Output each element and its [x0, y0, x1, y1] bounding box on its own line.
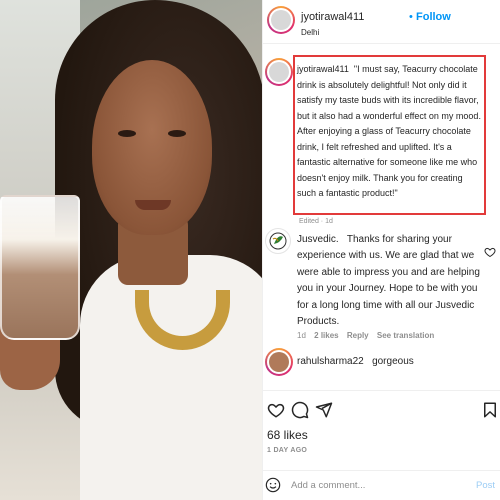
reply-meta: 1d 2 likes Reply See translation [297, 331, 440, 340]
reply-button[interactable]: Reply [347, 331, 369, 340]
photo-eye [168, 130, 186, 137]
reply-username[interactable]: Jusvedic. [297, 234, 339, 245]
post-time[interactable]: 1 DAY AGO [267, 447, 307, 454]
post-header: jyotirawal411 Delhi • Follow [263, 0, 500, 44]
reply-text: Thanks for sharing your experience with … [297, 234, 480, 328]
caption-avatar[interactable] [265, 58, 293, 86]
comment-icon[interactable] [291, 401, 309, 419]
reply-text-container: Jusvedic. Thanks for sharing your experi… [297, 232, 485, 330]
commenter-avatar[interactable] [265, 348, 293, 376]
author-username[interactable]: jyotirawal411 [301, 11, 364, 23]
photo-lips [135, 200, 171, 210]
follow-button[interactable]: Follow [416, 11, 451, 23]
caption: jyotirawal411 "I must say, Teacurry choc… [297, 62, 483, 202]
leaf-logo-icon [269, 232, 287, 250]
photo-glass [0, 195, 80, 340]
commenter-username[interactable]: rahulsharma22 [297, 356, 364, 367]
comment-text: gorgeous [372, 356, 414, 367]
heart-icon[interactable] [267, 401, 285, 419]
post-photo[interactable] [0, 0, 262, 500]
post-location[interactable]: Delhi [301, 28, 319, 37]
caption-text: "I must say, Teacurry chocolate drink is… [297, 64, 481, 198]
separator-dot: • [409, 11, 413, 23]
share-icon[interactable] [315, 401, 333, 419]
smiley-icon[interactable] [265, 477, 281, 493]
author-avatar[interactable] [267, 6, 295, 34]
likes-count[interactable]: 68 likes [267, 428, 308, 442]
caption-username[interactable]: jyotirawal411 [297, 64, 349, 74]
comment-like-heart-icon[interactable] [484, 246, 496, 258]
see-translation-button[interactable]: See translation [377, 331, 434, 340]
reply-time: 1d [297, 331, 306, 340]
comment-text-container: rahulsharma22 gorgeous [297, 356, 414, 367]
post-comment-button[interactable]: Post [476, 480, 495, 491]
reply-likes[interactable]: 2 likes [314, 331, 338, 340]
post-sidebar: jyotirawal411 Delhi • Follow jyotirawal4… [262, 0, 500, 500]
add-comment-bar: Add a comment... Post [263, 470, 500, 500]
comment-input[interactable]: Add a comment... [291, 480, 365, 491]
caption-meta: Edited · 1d [299, 218, 333, 225]
jusvedic-avatar[interactable] [265, 228, 291, 254]
bookmark-icon[interactable] [481, 401, 499, 419]
comment-rahul: rahulsharma22 gorgeous [263, 348, 500, 378]
post-actions: 68 likes 1 DAY AGO [263, 390, 500, 480]
photo-eye [118, 130, 136, 137]
